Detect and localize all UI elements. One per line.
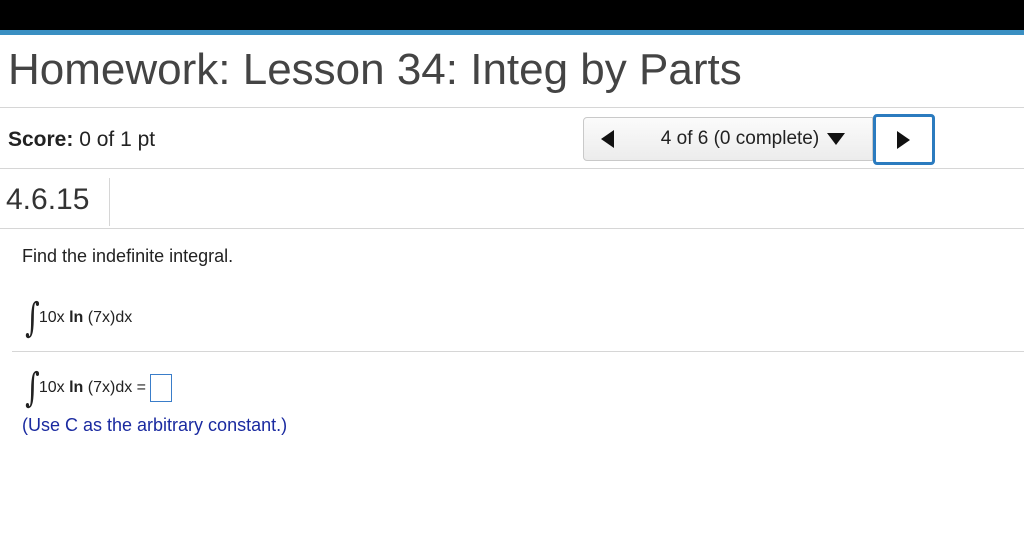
page-title: Homework: Lesson 34: Integ by Parts — [8, 45, 742, 94]
triangle-right-icon — [897, 131, 910, 149]
hint-text: (Use C as the arbitrary constant.) — [22, 415, 288, 435]
score-label: Score: — [8, 128, 74, 151]
expr-suffix: (7x)dx — [83, 379, 133, 397]
expr-ln: ln — [69, 309, 84, 327]
caret-down-icon — [827, 132, 846, 145]
score-value: 0 of 1 pt — [79, 128, 156, 151]
expr-suffix: (7x)dx — [83, 309, 133, 327]
integral-expression: ∫10x ln (7x)dx — [22, 298, 132, 338]
score-display: Score: 0 of 1 pt — [8, 126, 155, 154]
next-question-button[interactable] — [873, 114, 935, 165]
answer-equals: = — [132, 379, 147, 397]
integral-sign: ∫ — [25, 365, 40, 411]
previous-question-button[interactable] — [583, 117, 635, 161]
expr-ln: ln — [69, 379, 84, 397]
top-accent-stripe — [0, 30, 1024, 35]
triangle-left-icon — [601, 130, 614, 148]
divider — [12, 351, 1024, 352]
expr-prefix: 10x — [38, 379, 70, 397]
divider — [0, 228, 1024, 229]
top-bar — [0, 0, 1024, 30]
divider — [0, 107, 1024, 108]
answer-input[interactable] — [150, 374, 173, 402]
question-select-dropdown[interactable]: 4 of 6 (0 complete) — [634, 117, 873, 161]
question-id-separator — [109, 178, 110, 226]
divider — [0, 168, 1024, 169]
question-prompt: Find the indefinite integral. — [22, 246, 234, 266]
integral-sign: ∫ — [25, 295, 40, 341]
question-select-label: 4 of 6 (0 complete) — [660, 128, 820, 149]
question-id: 4.6.15 — [6, 183, 90, 216]
expr-prefix: 10x — [38, 309, 70, 327]
answer-expression: ∫10x ln (7x)dx = — [22, 365, 173, 411]
